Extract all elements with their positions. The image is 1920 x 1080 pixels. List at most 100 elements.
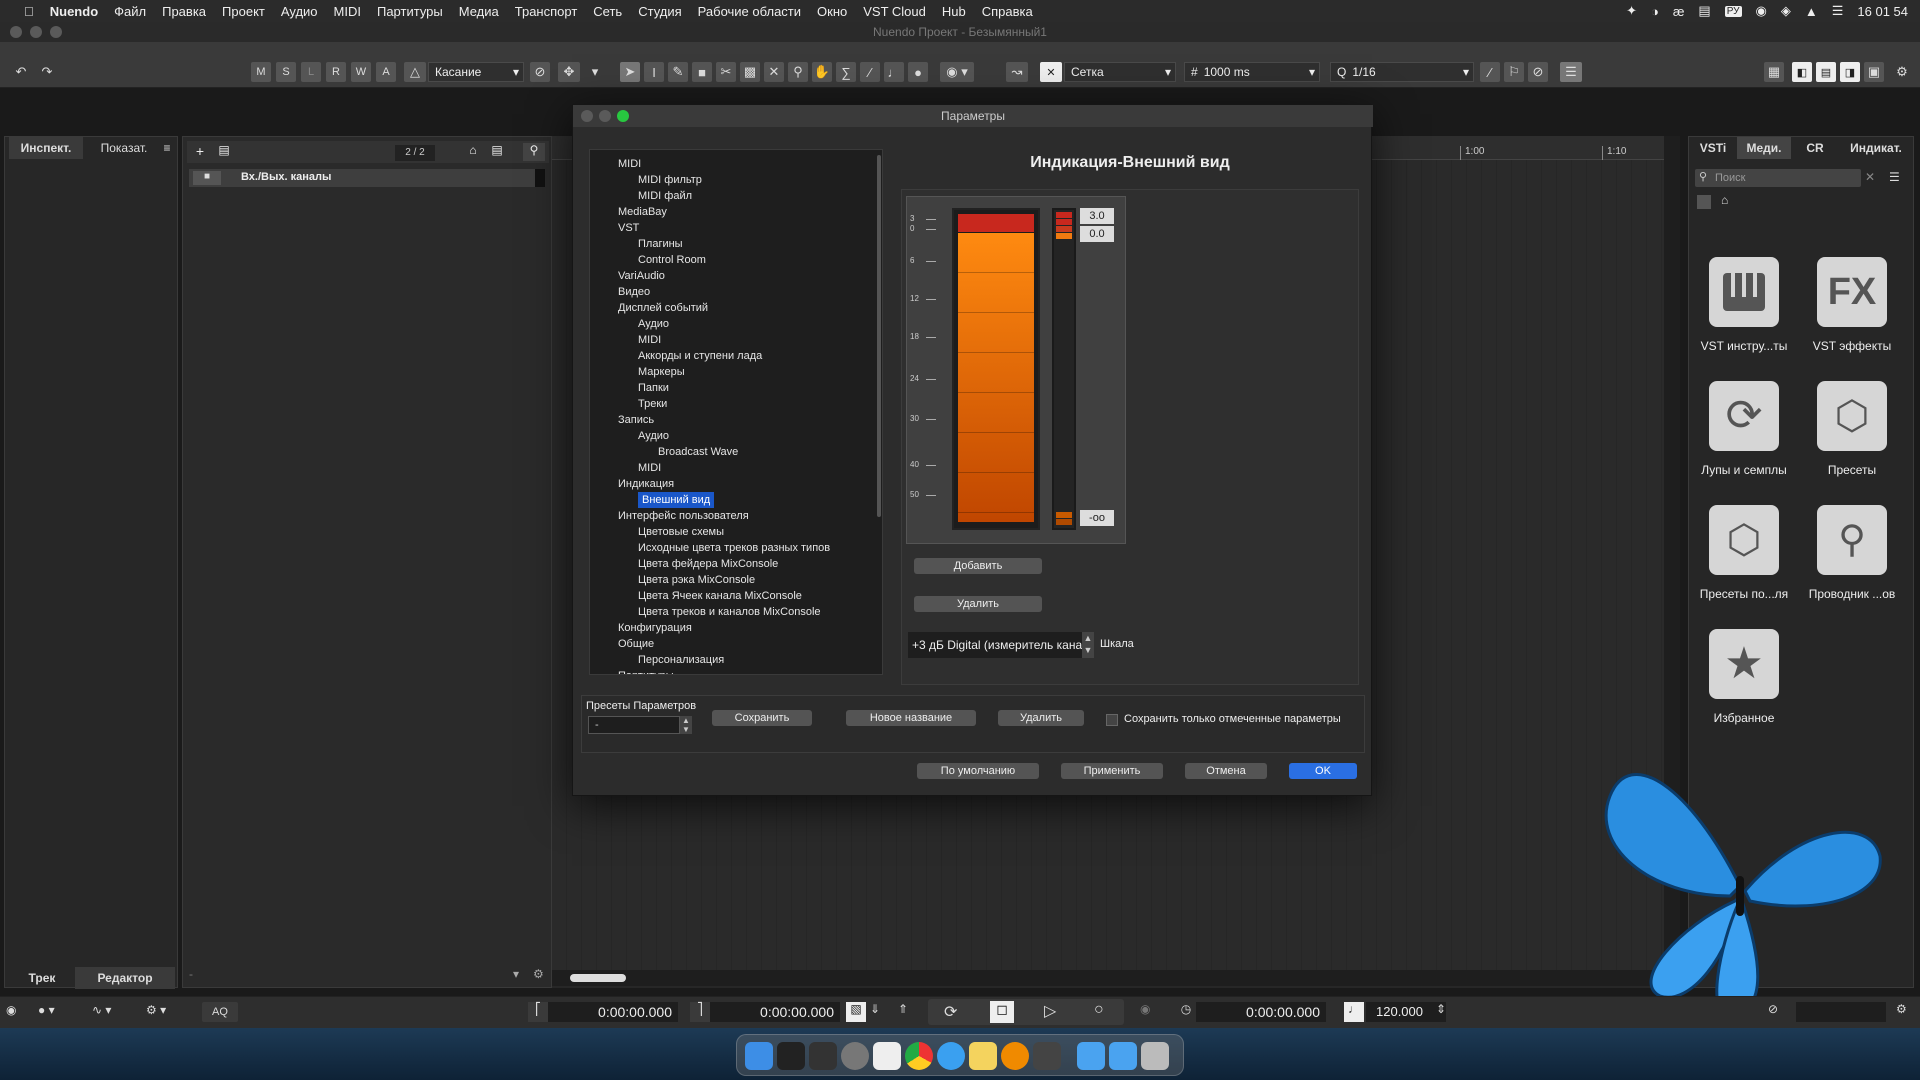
list-icon[interactable]: ▤ xyxy=(487,143,507,161)
tree-item[interactable]: Цвета треков и каналов MixConsole xyxy=(638,604,821,620)
terminal-icon[interactable] xyxy=(777,1042,805,1070)
tree-item[interactable]: Папки xyxy=(638,380,669,396)
mute-state-button[interactable]: M xyxy=(251,62,271,82)
zoom-icon[interactable]: ⚲ xyxy=(788,62,808,82)
tree-item[interactable]: Запись xyxy=(618,412,654,428)
menu-help[interactable]: Справка xyxy=(974,4,1041,19)
line-tool-icon[interactable]: ∕ xyxy=(860,62,880,82)
menu-vst-cloud[interactable]: VST Cloud xyxy=(855,4,934,19)
scroll-thumb[interactable] xyxy=(570,974,626,982)
zoom-window-button[interactable] xyxy=(50,26,62,38)
display-icon[interactable]: ▤ xyxy=(1698,3,1710,19)
finder-icon[interactable] xyxy=(745,1042,773,1070)
chrome-icon[interactable] xyxy=(905,1042,933,1070)
menu-media[interactable]: Медиа xyxy=(451,4,507,19)
tab-meters[interactable]: Индикат. xyxy=(1839,137,1913,159)
menu-hub[interactable]: Hub xyxy=(934,4,974,19)
safari-icon[interactable] xyxy=(937,1042,965,1070)
undo-icon[interactable]: ↶ xyxy=(10,62,32,82)
metronome-icon[interactable]: ⚙ ▾ xyxy=(146,1003,166,1017)
tree-item[interactable]: Партитуры xyxy=(618,668,674,674)
tree-item[interactable]: Маркеры xyxy=(638,364,685,380)
keyboard-icon[interactable]: ▦ xyxy=(1764,62,1784,82)
quantize-reset-icon[interactable]: ⊘ xyxy=(1528,62,1548,82)
tab-track[interactable]: Трек xyxy=(9,967,75,989)
handle-value-label[interactable]: 0.0 xyxy=(1080,226,1114,242)
tree-item[interactable]: Конфигурация xyxy=(618,620,692,636)
cycle-icon[interactable]: ⟳ xyxy=(944,1002,957,1022)
menu-midi[interactable]: MIDI xyxy=(326,4,369,19)
menu-project[interactable]: Проект xyxy=(214,4,273,19)
search-icon[interactable]: ⚲ xyxy=(523,143,545,161)
apple-icon[interactable]:  xyxy=(16,4,42,19)
tree-item[interactable]: MIDI xyxy=(638,460,661,476)
tree-item[interactable]: Цветовые схемы xyxy=(638,524,724,540)
tree-item[interactable]: Видео xyxy=(618,284,650,300)
menu-window[interactable]: Окно xyxy=(809,4,855,19)
tree-item[interactable]: MediaBay xyxy=(618,204,667,220)
loop-icon[interactable]: ⟳ xyxy=(1709,381,1779,451)
play-tool-icon[interactable]: ♩ xyxy=(884,62,904,82)
left-locator-icon[interactable]: ⎡ xyxy=(528,1002,548,1022)
tile-label[interactable]: Пресеты xyxy=(1797,463,1907,477)
scissors-icon[interactable]: ✂ xyxy=(716,62,736,82)
track-row[interactable]: ■ Вх./Вых. каналы xyxy=(189,169,545,187)
tree-item[interactable]: Цвета фейдера MixConsole xyxy=(638,556,778,572)
tree-item[interactable]: VariAudio xyxy=(618,268,665,284)
tempo-field[interactable]: 120.000 xyxy=(1366,1002,1446,1022)
menu-icon[interactable]: ≡ xyxy=(159,137,175,159)
tree-item[interactable]: Аккорды и ступени лада xyxy=(638,348,762,364)
notes-icon[interactable] xyxy=(969,1042,997,1070)
pin-icon[interactable]: ✦ xyxy=(1626,3,1637,19)
browser-icon[interactable]: ⚲ xyxy=(1817,505,1887,575)
downloads-folder-icon[interactable] xyxy=(1077,1042,1105,1070)
layout-right-icon[interactable]: ◨ xyxy=(1840,62,1860,82)
tile-label[interactable]: Пресеты по...ля xyxy=(1689,587,1799,601)
record-mode-icon[interactable]: ◉ xyxy=(6,1003,16,1017)
delete-preset-button[interactable]: Удалить xyxy=(998,710,1084,726)
tree-item[interactable]: Broadcast Wave xyxy=(658,444,738,460)
quantize-apply-icon[interactable]: ⚐ xyxy=(1504,62,1524,82)
menu-studio[interactable]: Студия xyxy=(630,4,689,19)
sync-icon[interactable]: ◉ xyxy=(1140,1002,1150,1016)
layout-top-icon[interactable]: ▣ xyxy=(1864,62,1884,82)
gear-icon[interactable]: ⚙ xyxy=(1896,1002,1907,1016)
color-tool-icon[interactable]: ● xyxy=(908,62,928,82)
right-locator-icon[interactable]: ⎤ xyxy=(690,1002,710,1022)
waveform-icon[interactable]: ∿ ▾ xyxy=(92,1003,111,1017)
input-lang[interactable]: РУ xyxy=(1724,5,1742,17)
redo-icon[interactable]: ↷ xyxy=(36,62,58,82)
record-options-icon[interactable]: ● ▾ xyxy=(38,1003,55,1017)
play-icon[interactable]: ▷ xyxy=(1044,1001,1056,1021)
right-locator-field[interactable]: 0:00:00.000 xyxy=(710,1002,840,1022)
glue-icon[interactable]: ▩ xyxy=(740,62,760,82)
suspend-icon[interactable]: ⊘ xyxy=(530,62,550,82)
tree-item[interactable]: Цвета Ячеек канала MixConsole xyxy=(638,588,802,604)
close-window-button[interactable] xyxy=(581,110,593,122)
tab-cr[interactable]: CR xyxy=(1793,137,1837,159)
home-icon[interactable]: ⌂ xyxy=(463,143,483,161)
menu-file[interactable]: Файл xyxy=(106,4,154,19)
punch-in-icon[interactable]: ⇓ xyxy=(870,1002,880,1016)
scale-select[interactable]: +3 дБ Digital (измеритель канала) xyxy=(908,632,1082,658)
arrow-tool-icon[interactable]: ➤ xyxy=(620,62,640,82)
tree-item[interactable]: Дисплей событий xyxy=(618,300,708,316)
tab-inspector[interactable]: Инспект. xyxy=(9,137,83,159)
folder-add-icon[interactable]: ▤ xyxy=(213,143,235,161)
automation-icon[interactable]: △ xyxy=(404,62,426,82)
tab-visibility[interactable]: Показат. xyxy=(87,137,161,159)
gear-icon[interactable]: ⚙ xyxy=(1892,62,1912,82)
color-handle[interactable] xyxy=(1056,233,1072,239)
minimize-window-button[interactable] xyxy=(30,26,42,38)
color-handle[interactable] xyxy=(1056,212,1072,218)
tree-item[interactable]: Аудио xyxy=(638,428,669,444)
horizontal-scrollbar[interactable] xyxy=(552,970,1680,986)
stop-icon[interactable]: ◻ xyxy=(990,1001,1014,1023)
color-handle[interactable] xyxy=(1056,226,1072,232)
eth-icon[interactable]: æ xyxy=(1673,4,1685,19)
left-locator-field[interactable]: 0:00:00.000 xyxy=(548,1002,678,1022)
layout-left-icon[interactable]: ◧ xyxy=(1792,62,1812,82)
control-center-icon[interactable]: ☰ xyxy=(1832,3,1844,19)
tile-label[interactable]: VST инстру...ты xyxy=(1689,339,1799,353)
tab-media[interactable]: Меди. xyxy=(1737,137,1791,159)
